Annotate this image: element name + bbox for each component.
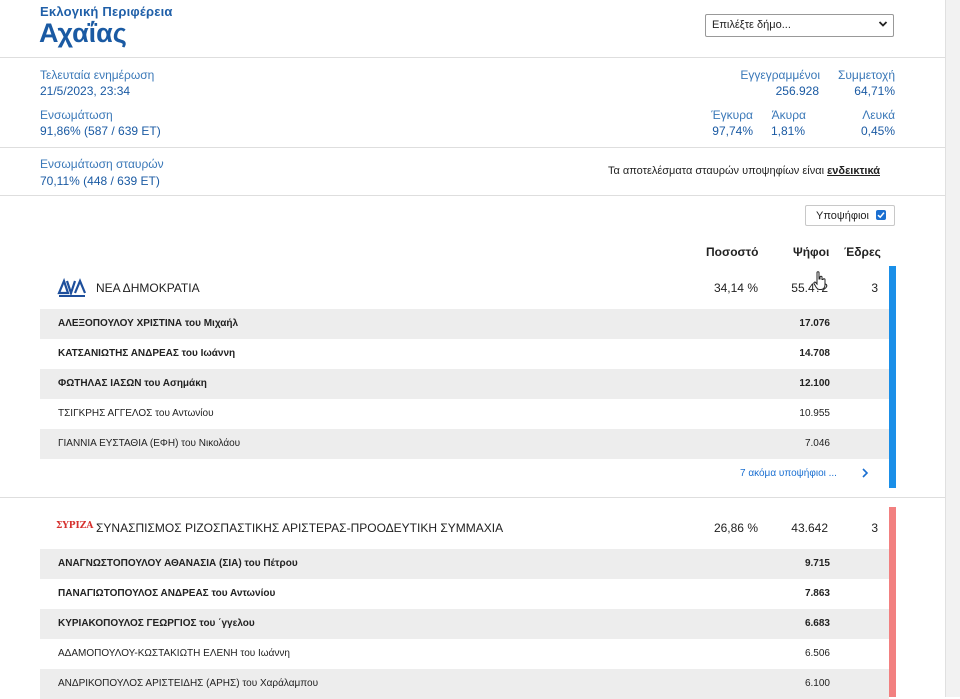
candidate-votes: 7.863: [804, 588, 830, 599]
candidate-row: ΑΝΑΓΝΩΣΤΟΠΟΥΛΟΥ ΑΘΑΝΑΣΙΑ (ΣΙΑ) του Πέτρο…: [40, 549, 889, 579]
preference-note: Τα αποτελέσματα σταυρών υποψηφίων είναι …: [608, 165, 880, 177]
candidate-votes: 17.076: [799, 318, 830, 329]
candidate-votes: 7.046: [804, 438, 830, 449]
candidate-votes: 14.708: [799, 348, 830, 359]
candidate-row: ΠΑΝΑΓΙΩΤΟΠΟΥΛΟΣ ΑΝΔΡΕΑΣ του Αντωνίου 7.8…: [40, 579, 889, 609]
indicative-link[interactable]: ενδεικτικά: [827, 165, 880, 177]
candidate-name: ΦΩΤΗΛΑΣ ΙΑΣΩΝ του Ασημάκη: [58, 378, 207, 389]
candidate-name: ΑΝΑΓΝΩΣΤΟΠΟΥΛΟΥ ΑΘΑΝΑΣΙΑ (ΣΙΑ) του Πέτρο…: [58, 558, 298, 569]
invalid-label: Άκυρα: [771, 108, 806, 122]
integration-label: Ενσωμάτωση: [40, 108, 113, 122]
candidate-name: ΚΑΤΣΑΝΙΩΤΗΣ ΑΝΔΡΕΑΣ του Ιωάννη: [58, 348, 236, 359]
candidate-votes: 6.506: [804, 648, 830, 659]
candidate-row: ΤΣΙΓΚΡΗΣ ΑΓΓΕΛΟΣ του Αντωνίου 10.955: [40, 399, 889, 429]
municipality-select-value: Επιλέξτε δήμο...: [712, 19, 791, 31]
candidates-toggle[interactable]: Υποψήφιοι: [805, 205, 895, 226]
party-color-bar: [889, 507, 896, 697]
party-name: ΣΥΝΑΣΠΙΣΜΟΣ ΡΙΖΟΣΠΑΣΤΙΚΗΣ ΑΡΙΣΤΕΡΑΣ-ΠΡΟΟ…: [96, 521, 504, 535]
divider: [0, 195, 946, 196]
divider: [0, 497, 946, 498]
candidate-name: ΑΝΔΡΙΚΟΠΟΥΛΟΣ ΑΡΙΣΤΕΙΔΗΣ (ΑΡΗΣ) του Χαρά…: [58, 678, 319, 689]
chevron-right-icon[interactable]: [861, 468, 869, 478]
more-candidates-link[interactable]: 7 ακόμα υποψήφιοι ...: [740, 468, 837, 479]
column-header-votes: Ψήφοι: [793, 245, 830, 259]
candidate-row: ΑΛΕΞΟΠΟΥΛΟΥ ΧΡΙΣΤΙΝΑ του Μιχαήλ 17.076: [40, 309, 889, 339]
party-seats: 3: [871, 281, 878, 295]
last-update-value: 21/5/2023, 23:34: [40, 84, 131, 98]
candidate-name: ΑΛΕΞΟΠΟΥΛΟΥ ΧΡΙΣΤΙΝΑ του Μιχαήλ: [58, 318, 239, 329]
column-header-percent: Ποσοστό: [706, 245, 759, 259]
valid-value: 97,74%: [712, 124, 753, 138]
candidate-row: ΓΙΑΝΝΙΑ ΕΥΣΤΑΘΙΑ (ΕΦΗ) του Νικολάου 7.04…: [40, 429, 889, 459]
candidate-name: ΠΑΝΑΓΙΩΤΟΠΟΥΛΟΣ ΑΝΔΡΕΑΣ του Αντωνίου: [58, 588, 276, 599]
valid-label: Έγκυρα: [711, 108, 753, 122]
hand-cursor-icon: [813, 271, 826, 290]
candidate-name: ΤΣΙΓΚΡΗΣ ΑΓΓΕΛΟΣ του Αντωνίου: [58, 408, 214, 419]
party-row[interactable]: ΣΥΡΙΖΑ ΣΥΝΑΣΠΙΣΜΟΣ ΡΙΖΟΣΠΑΣΤΙΚΗΣ ΑΡΙΣΤΕΡ…: [40, 507, 878, 549]
candidate-row: ΦΩΤΗΛΑΣ ΙΑΣΩΝ του Ασημάκη 12.100: [40, 369, 889, 399]
municipality-select[interactable]: Επιλέξτε δήμο...: [705, 14, 894, 37]
integration-value: 91,86% (587 / 639 ΕΤ): [40, 124, 161, 138]
candidate-row: ΚΑΤΣΑΝΙΩΤΗΣ ΑΝΔΡΕΑΣ του Ιωάννη 14.708: [40, 339, 889, 369]
candidates-toggle-label: Υποψήφιοι: [816, 210, 869, 222]
divider: [0, 147, 946, 148]
registered-label: Εγγεγραμμένοι: [740, 68, 820, 82]
party-name: ΝΕΑ ΔΗΜΟΚΡΑΤΙΑ: [96, 281, 200, 295]
party-percent: 26,86 %: [713, 521, 758, 535]
last-update-label: Τελευταία ενημέρωση: [40, 68, 155, 82]
candidate-votes: 10.955: [799, 408, 830, 419]
preference-note-text: Τα αποτελέσματα σταυρών υποψηφίων είναι: [607, 165, 828, 177]
candidate-name: ΓΙΑΝΝΙΑ ΕΥΣΤΑΘΙΑ (ΕΦΗ) του Νικολάου: [58, 438, 241, 449]
candidate-votes: 6.683: [804, 618, 830, 629]
nd-logo: [57, 277, 87, 297]
invalid-value: 1,81%: [770, 124, 805, 138]
party-seats: 3: [871, 521, 878, 535]
party-row[interactable]: ΝΕΑ ΔΗΜΟΚΡΑΤΙΑ 34,14 % 55.4?2 3: [40, 267, 878, 309]
candidate-votes: 6.100: [804, 678, 830, 689]
chevron-down-icon: [878, 21, 888, 27]
divider: [0, 57, 946, 58]
candidate-votes: 9.715: [804, 558, 830, 569]
party-votes: 43.642: [791, 521, 828, 535]
region-label: Εκλογική Περιφέρεια: [40, 4, 173, 19]
syriza-logo: ΣΥΡΙΖΑ: [56, 521, 94, 531]
region-title: Αχαΐας: [39, 18, 127, 48]
candidate-votes: 12.100: [799, 378, 830, 389]
turnout-value: 64,71%: [854, 84, 895, 98]
candidate-row: ΚΥΡΙΑΚΟΠΟΥΛΟΣ ΓΕΩΡΓΙΟΣ του ΄γγελου 6.683: [40, 609, 889, 639]
blank-label: Λευκά: [862, 108, 895, 122]
turnout-label: Συμμετοχή: [837, 68, 895, 82]
scrollbar[interactable]: [945, 0, 960, 697]
preference-integration-label: Ενσωμάτωση σταυρών: [40, 157, 164, 171]
candidate-name: ΑΔΑΜΟΠΟΥΛΟΥ-ΚΩΣΤΑΚΙΩΤΗ ΕΛΕΝΗ του Ιωάννη: [58, 648, 290, 659]
candidate-row: ΑΝΔΡΙΚΟΠΟΥΛΟΣ ΑΡΙΣΤΕΙΔΗΣ (ΑΡΗΣ) του Χαρά…: [40, 669, 889, 699]
blank-value: 0,45%: [860, 124, 895, 138]
party-percent: 34,14 %: [713, 281, 758, 295]
preference-integration-value: 70,11% (448 / 639 ΕΤ): [40, 174, 160, 188]
registered-value: 256.928: [775, 84, 819, 98]
results-page: Εκλογική Περιφέρεια Αχαΐας Επιλέξτε δήμο…: [0, 0, 946, 699]
party-color-bar: [889, 266, 896, 488]
candidate-name: ΚΥΡΙΑΚΟΠΟΥΛΟΣ ΓΕΩΡΓΙΟΣ του ΄γγελου: [58, 618, 255, 629]
column-header-seats: Έδρες: [844, 245, 881, 259]
checkbox-checked-icon[interactable]: [876, 210, 886, 220]
candidate-row: ΑΔΑΜΟΠΟΥΛΟΥ-ΚΩΣΤΑΚΙΩΤΗ ΕΛΕΝΗ του Ιωάννη …: [40, 639, 889, 669]
